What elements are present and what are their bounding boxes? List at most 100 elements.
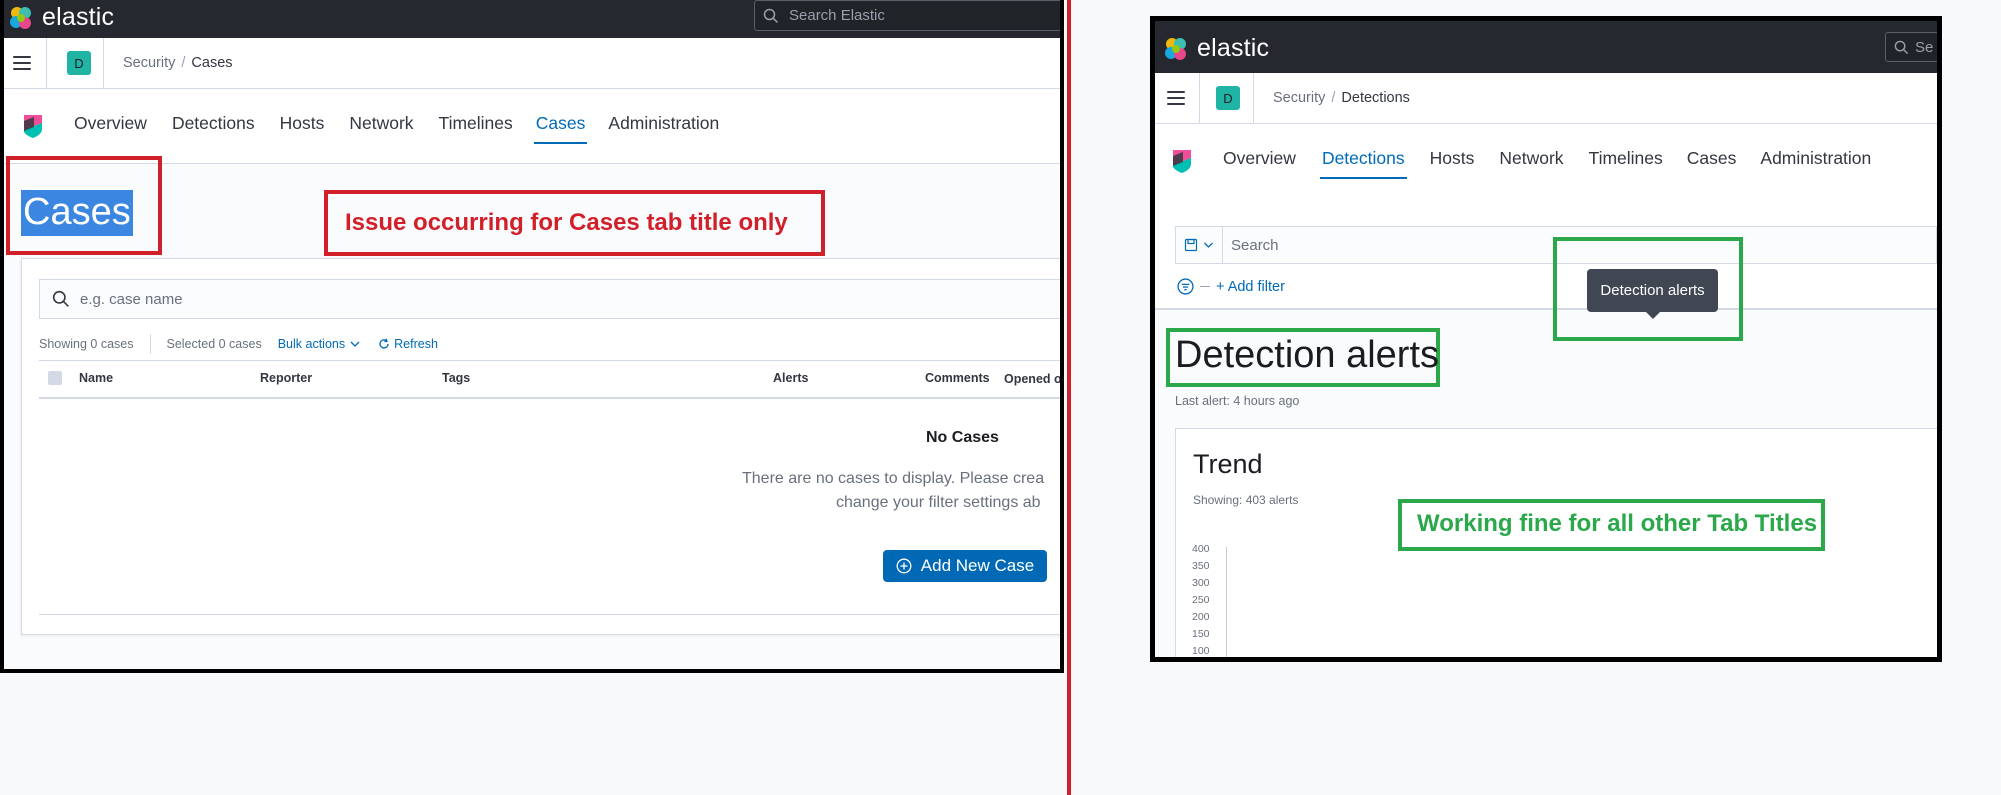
column-reporter[interactable]: Reporter xyxy=(260,371,312,385)
trend-title: Trend xyxy=(1193,449,1263,479)
chevron-down-icon xyxy=(1204,242,1213,248)
top-bar: elastic Se xyxy=(1155,21,1937,73)
screenshot-divider xyxy=(1067,0,1071,795)
space-avatar[interactable]: D xyxy=(1216,86,1240,110)
bulk-actions-label: Bulk actions xyxy=(277,337,346,351)
y-axis xyxy=(1226,547,1227,657)
breadcrumb-security[interactable]: Security xyxy=(1273,90,1325,106)
elastic-logo-icon xyxy=(1165,37,1186,60)
tab-hosts[interactable]: Hosts xyxy=(280,113,325,140)
security-nav: Overview Detections Hosts Network Timeli… xyxy=(1155,124,1937,198)
tab-timelines[interactable]: Timelines xyxy=(439,113,513,140)
trend-count: Showing: 403 alerts xyxy=(1193,493,1299,507)
column-name[interactable]: Name xyxy=(79,371,113,385)
select-all-checkbox[interactable] xyxy=(48,371,62,385)
menu-icon[interactable] xyxy=(1167,91,1185,105)
y-tick-label: 100 xyxy=(1192,645,1210,657)
divider xyxy=(46,38,47,88)
tab-list: Overview Detections Hosts Network Timeli… xyxy=(74,113,719,144)
security-app-icon xyxy=(1173,150,1191,173)
global-search-placeholder: Se xyxy=(1915,38,1934,56)
breadcrumb-separator: / xyxy=(1331,90,1336,106)
card-footer-divider xyxy=(39,614,1060,615)
filter-icon[interactable] xyxy=(1177,278,1194,295)
table-header: Name Reporter Tags Alerts Comments Opene… xyxy=(39,360,1060,399)
breadcrumb-bar: D Security / Detections xyxy=(1155,73,1937,124)
breadcrumb: Security / Cases xyxy=(123,55,233,71)
tab-network[interactable]: Network xyxy=(349,113,413,140)
breadcrumb-current: Detections xyxy=(1341,90,1410,106)
tab-hosts[interactable]: Hosts xyxy=(1430,148,1475,175)
security-nav: Overview Detections Hosts Network Timeli… xyxy=(4,89,1060,164)
tab-timelines[interactable]: Timelines xyxy=(1589,148,1663,175)
empty-state-line2: change your filter settings ab xyxy=(836,494,1041,511)
add-new-case-button[interactable]: Add New Case xyxy=(883,550,1047,582)
case-search-placeholder: e.g. case name xyxy=(80,290,183,308)
menu-icon[interactable] xyxy=(13,56,31,70)
y-tick-label: 400 xyxy=(1192,543,1210,555)
add-new-case-label: Add New Case xyxy=(920,556,1035,575)
breadcrumb-current: Cases xyxy=(191,55,233,71)
selected-count: Selected 0 cases xyxy=(166,337,262,351)
column-opened-on[interactable]: Opened on ⌄ xyxy=(1004,371,1060,386)
tab-detections[interactable]: Detections xyxy=(172,113,255,140)
elastic-logo[interactable]: elastic xyxy=(8,3,114,32)
divider xyxy=(149,334,151,354)
filter-row: + Add filter xyxy=(1177,278,1285,295)
global-search-placeholder: Search Elastic xyxy=(789,7,885,24)
tab-list: Overview Detections Hosts Network Timeli… xyxy=(1223,148,1871,179)
working-annotation-text: Working fine for all other Tab Titles xyxy=(1417,510,1818,537)
breadcrumb-security[interactable]: Security xyxy=(123,55,175,71)
tab-overview[interactable]: Overview xyxy=(74,113,147,140)
elastic-logo[interactable]: elastic xyxy=(1163,34,1269,63)
elastic-logo-icon xyxy=(10,6,31,29)
column-tags[interactable]: Tags xyxy=(442,371,470,385)
tab-administration[interactable]: Administration xyxy=(608,113,719,140)
column-comments[interactable]: Comments xyxy=(925,371,990,385)
refresh-label: Refresh xyxy=(394,337,438,351)
y-tick-label: 200 xyxy=(1192,611,1210,623)
refresh-icon xyxy=(379,338,389,349)
tab-administration[interactable]: Administration xyxy=(1760,148,1871,175)
refresh-button[interactable]: Refresh xyxy=(378,337,438,351)
space-avatar[interactable]: D xyxy=(67,51,91,75)
tab-cases[interactable]: Cases xyxy=(1687,148,1737,175)
bulk-actions-button[interactable]: Bulk actions xyxy=(278,337,360,351)
query-search-placeholder: Search xyxy=(1231,236,1279,254)
case-search-input[interactable]: e.g. case name xyxy=(39,279,1060,319)
column-alerts[interactable]: Alerts xyxy=(773,371,808,385)
query-bar-area: Search + Add filter xyxy=(1155,198,1937,310)
global-search-input[interactable]: Search Elastic xyxy=(754,0,1060,31)
save-query-icon xyxy=(1184,238,1198,252)
breadcrumb-bar: D Security / Cases xyxy=(4,38,1060,89)
tab-detections[interactable]: Detections xyxy=(1319,148,1407,179)
global-search-input[interactable]: Se xyxy=(1885,32,1937,62)
tab-cases[interactable]: Cases xyxy=(533,113,587,144)
table-toolbar: Showing 0 cases Selected 0 cases Bulk ac… xyxy=(39,334,438,354)
breadcrumb: Security / Detections xyxy=(1273,90,1410,106)
divider xyxy=(103,38,104,88)
y-tick-label: 250 xyxy=(1192,594,1210,606)
filter-dash xyxy=(1200,286,1210,287)
breadcrumb-separator: / xyxy=(181,55,186,71)
security-app-icon xyxy=(24,115,42,138)
tab-network[interactable]: Network xyxy=(1499,148,1563,175)
page-title: Detection alerts xyxy=(1175,334,1440,376)
detections-screenshot-panel: elastic Se D Security / Detections Overv… xyxy=(1150,16,1942,662)
logo-text: elastic xyxy=(42,3,115,31)
cases-table-card: e.g. case name Showing 0 cases Selected … xyxy=(21,258,1060,635)
empty-state-line1: There are no cases to display. Please cr… xyxy=(742,470,1045,487)
y-tick-label: 300 xyxy=(1192,577,1210,589)
search-icon xyxy=(763,8,779,23)
add-filter-link[interactable]: + Add filter xyxy=(1216,279,1285,295)
saved-query-button[interactable] xyxy=(1176,227,1223,263)
showing-count: Showing 0 cases xyxy=(39,337,134,351)
tooltip: Detection alerts xyxy=(1587,269,1718,319)
cases-screenshot-panel: elastic Search Elastic D Security / Case… xyxy=(0,0,1064,673)
search-icon xyxy=(52,290,69,307)
cases-title-highlight xyxy=(6,156,162,255)
empty-state-title: No Cases xyxy=(926,429,999,446)
y-tick-label: 350 xyxy=(1192,560,1210,572)
tab-overview[interactable]: Overview xyxy=(1223,148,1296,175)
search-icon xyxy=(1894,40,1909,54)
